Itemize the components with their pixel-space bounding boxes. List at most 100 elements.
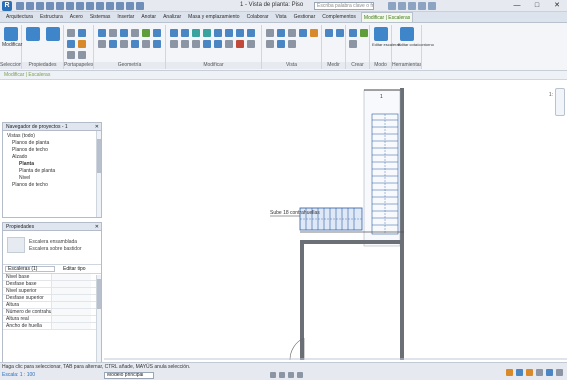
paint-icon[interactable] bbox=[153, 29, 161, 37]
zoom-icon[interactable] bbox=[270, 372, 276, 378]
trim-icon[interactable] bbox=[247, 29, 255, 37]
create-group-icon[interactable] bbox=[360, 29, 368, 37]
tree-item-elevation[interactable]: Alzado bbox=[7, 154, 101, 161]
text-icon[interactable] bbox=[96, 2, 104, 10]
measure-tool-icon[interactable] bbox=[325, 29, 333, 37]
scale-icon[interactable] bbox=[192, 40, 200, 48]
tag-icon[interactable] bbox=[86, 2, 94, 10]
cut-icon[interactable] bbox=[78, 29, 86, 37]
maximize-button[interactable]: □ bbox=[527, 0, 547, 12]
browser-scroll-thumb[interactable] bbox=[97, 139, 101, 173]
edit-stairs-button[interactable]: Editar escaleras bbox=[372, 25, 401, 55]
browser-scrollbar[interactable] bbox=[96, 131, 101, 217]
open-icon[interactable] bbox=[16, 2, 24, 10]
help-icon[interactable] bbox=[428, 2, 436, 10]
paste-icon[interactable] bbox=[67, 29, 75, 37]
tab-modificar-escaleras[interactable]: Modificar | Escaleras bbox=[360, 12, 414, 22]
select-pinned-icon[interactable] bbox=[526, 369, 533, 376]
properties-scroll-thumb[interactable] bbox=[97, 279, 101, 309]
cut-geometry-icon[interactable] bbox=[98, 29, 106, 37]
rotate-icon[interactable] bbox=[236, 29, 244, 37]
mirror-axis-icon[interactable] bbox=[192, 29, 200, 37]
unpin-icon[interactable] bbox=[214, 40, 222, 48]
create-parts-icon[interactable] bbox=[349, 40, 357, 48]
type-properties-button[interactable] bbox=[44, 25, 62, 55]
binoculars-icon[interactable] bbox=[388, 2, 396, 10]
tab-gestionar[interactable]: Gestionar bbox=[292, 12, 318, 22]
switch-join-icon[interactable] bbox=[153, 40, 161, 48]
align-icon[interactable] bbox=[170, 29, 178, 37]
demolish-icon[interactable] bbox=[98, 40, 106, 48]
tree-item-plan-active[interactable]: Planta bbox=[7, 161, 101, 168]
tree-item-level[interactable]: Nivel bbox=[7, 175, 101, 182]
tab-masa[interactable]: Masa y emplazamiento bbox=[186, 12, 241, 22]
tab-analizar[interactable]: Analizar bbox=[161, 12, 183, 22]
mirror-draw-icon[interactable] bbox=[203, 29, 211, 37]
exchange-icon[interactable] bbox=[418, 2, 426, 10]
dimension-icon[interactable] bbox=[76, 2, 84, 10]
measure-icon[interactable] bbox=[66, 2, 74, 10]
close-button[interactable]: ✕ bbox=[547, 0, 567, 12]
hide-icon[interactable] bbox=[266, 29, 274, 37]
pin-icon[interactable] bbox=[203, 40, 211, 48]
array-icon[interactable] bbox=[181, 40, 189, 48]
remove-paint-icon[interactable] bbox=[120, 40, 128, 48]
tab-insertar[interactable]: Insertar bbox=[115, 12, 136, 22]
select-links-icon[interactable] bbox=[506, 369, 513, 376]
subscription-icon[interactable] bbox=[398, 2, 406, 10]
properties-scrollbar[interactable] bbox=[96, 275, 101, 367]
3d-view-icon[interactable] bbox=[106, 2, 114, 10]
create-similar-icon[interactable] bbox=[349, 29, 357, 37]
cope-geometry-icon[interactable] bbox=[131, 40, 139, 48]
override-icon[interactable] bbox=[277, 29, 285, 37]
minimize-button[interactable]: — bbox=[507, 0, 527, 12]
tree-item-floor-plans[interactable]: Planos de planta bbox=[7, 140, 101, 147]
section-icon[interactable] bbox=[116, 2, 124, 10]
print-icon[interactable] bbox=[56, 2, 64, 10]
tree-item-ceiling-plans[interactable]: Planos de techo bbox=[7, 147, 101, 154]
delete-icon[interactable] bbox=[236, 40, 244, 48]
help-search-input[interactable]: Escriba palabra clave o frase bbox=[314, 2, 374, 10]
modify-button[interactable]: Modificar bbox=[2, 25, 22, 55]
join-geometry-icon[interactable] bbox=[120, 29, 128, 37]
reveal-icon[interactable] bbox=[310, 29, 318, 37]
edit-type-button[interactable]: Editar tipo bbox=[63, 266, 86, 272]
cope-icon[interactable] bbox=[78, 51, 86, 59]
close-icon[interactable]: ✕ bbox=[95, 223, 99, 231]
pan-icon[interactable] bbox=[279, 372, 285, 378]
user-icon[interactable] bbox=[408, 2, 416, 10]
unjoin-icon[interactable] bbox=[142, 40, 150, 48]
wall-joins-icon[interactable] bbox=[131, 29, 139, 37]
dimension-tool-icon[interactable] bbox=[336, 29, 344, 37]
undo-icon[interactable] bbox=[36, 2, 44, 10]
filter-icon[interactable] bbox=[266, 40, 274, 48]
close-hidden-icon[interactable] bbox=[136, 2, 144, 10]
copy-icon[interactable] bbox=[67, 40, 75, 48]
split-gap-icon[interactable] bbox=[247, 40, 255, 48]
app-menu-button[interactable]: R bbox=[2, 1, 12, 11]
offset-icon[interactable] bbox=[181, 29, 189, 37]
scale-label[interactable]: Escala: 1 : 100 bbox=[2, 372, 35, 378]
temp-hide-icon[interactable] bbox=[299, 29, 307, 37]
workset-combo[interactable]: Modelo principal bbox=[104, 372, 154, 379]
instance-selector[interactable]: Escaleras (1) bbox=[5, 266, 55, 272]
tab-complementos[interactable]: Complementos bbox=[320, 12, 358, 22]
orbit-icon[interactable] bbox=[288, 372, 294, 378]
visual-style-icon[interactable] bbox=[297, 372, 303, 378]
tab-anotar[interactable]: Anotar bbox=[139, 12, 158, 22]
edit-boundary-button[interactable]: Editar cota/contorno bbox=[398, 25, 434, 55]
graphics-icon[interactable] bbox=[277, 40, 285, 48]
redo-icon[interactable] bbox=[46, 2, 54, 10]
tab-estructura[interactable]: Estructura bbox=[38, 12, 65, 22]
thin-lines-icon[interactable] bbox=[126, 2, 134, 10]
linework-icon[interactable] bbox=[288, 29, 296, 37]
halftone-icon[interactable] bbox=[288, 40, 296, 48]
match-type-icon[interactable] bbox=[78, 40, 86, 48]
tab-vista[interactable]: Vista bbox=[274, 12, 289, 22]
extend-icon[interactable] bbox=[225, 40, 233, 48]
join-icon[interactable] bbox=[67, 51, 75, 59]
tab-sistemas[interactable]: Sistemas bbox=[88, 12, 113, 22]
type-selector[interactable]: Escalera ensamblada Escalera sobre basti… bbox=[3, 231, 101, 265]
navigation-bar[interactable] bbox=[555, 88, 565, 116]
copy-element-icon[interactable] bbox=[225, 29, 233, 37]
